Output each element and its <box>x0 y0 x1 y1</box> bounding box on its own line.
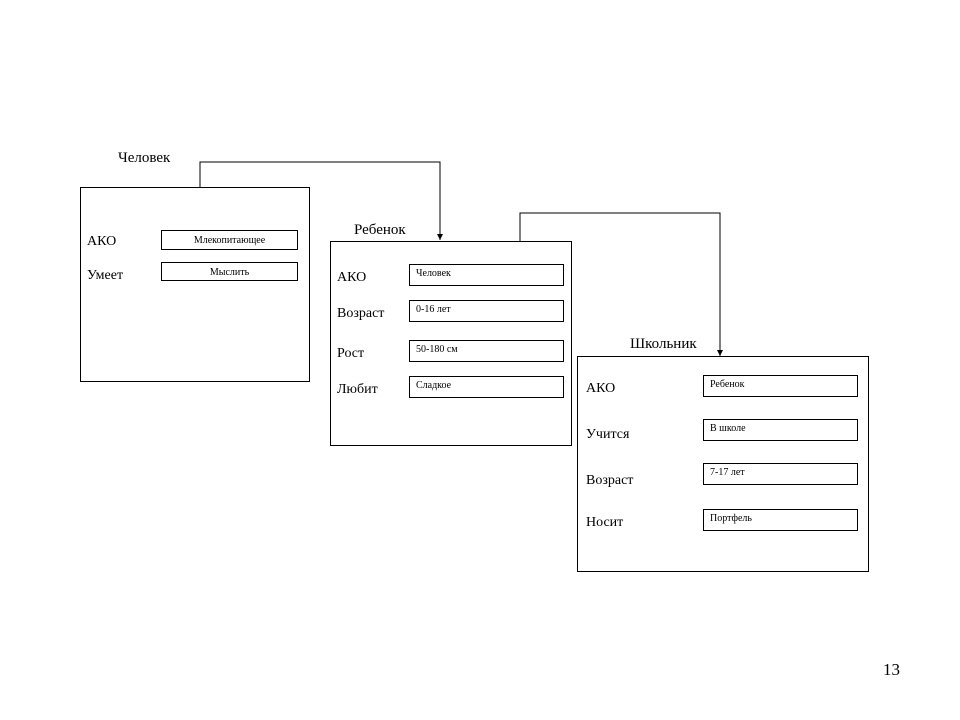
attr-value: Ребенок <box>703 375 858 397</box>
attr-value: Человек <box>409 264 564 286</box>
attr-label: Учится <box>586 427 629 443</box>
attr-label: Рост <box>337 346 364 362</box>
attr-label: Любит <box>337 382 378 398</box>
attr-value: В школе <box>703 419 858 441</box>
attr-label: АКО <box>337 270 366 286</box>
frame-human: АКО Млекопитающее Умеет Мыслить <box>80 187 310 382</box>
attr-value: Сладкое <box>409 376 564 398</box>
frame-student: АКО Ребенок Учится В школе Возраст 7-17 … <box>577 356 869 572</box>
attr-value: Млекопитающее <box>161 230 298 250</box>
frame-student-title: Школьник <box>630 336 697 353</box>
attr-label: АКО <box>87 234 116 250</box>
attr-value: 7-17 лет <box>703 463 858 485</box>
frame-child-title: Ребенок <box>354 222 406 239</box>
attr-label: Носит <box>586 515 623 531</box>
attr-label: Умеет <box>87 268 123 284</box>
attr-value: Портфель <box>703 509 858 531</box>
attr-value: 50-180 см <box>409 340 564 362</box>
attr-label: Возраст <box>586 473 633 489</box>
attr-label: Возраст <box>337 306 384 322</box>
frame-human-title: Человек <box>118 150 170 167</box>
diagram-stage: Человек АКО Млекопитающее Умеет Мыслить … <box>0 0 960 720</box>
frame-child: АКО Человек Возраст 0-16 лет Рост 50-180… <box>330 241 572 446</box>
page-number: 13 <box>883 660 900 680</box>
attr-label: АКО <box>586 381 615 397</box>
attr-value: Мыслить <box>161 262 298 281</box>
attr-value: 0-16 лет <box>409 300 564 322</box>
